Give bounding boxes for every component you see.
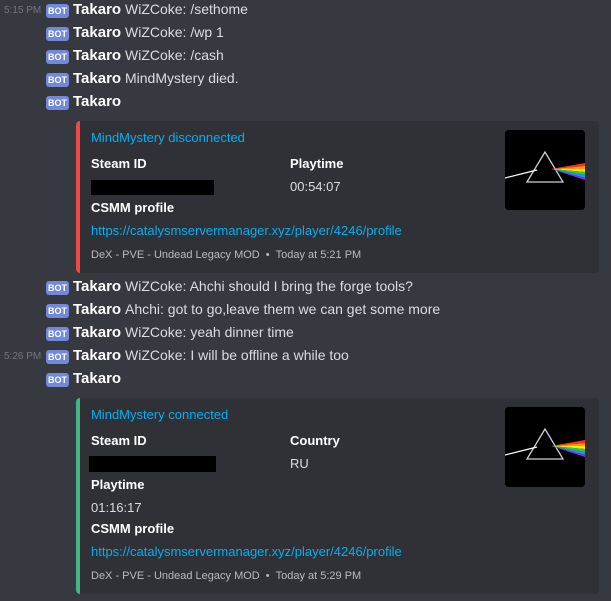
- author-name[interactable]: Takaro: [73, 278, 121, 295]
- message-row: 5:26 PM BOT Takaro WiZCoke: I will be of…: [0, 346, 611, 369]
- footer-server: DeX - PVE - Undead Legacy MOD: [91, 249, 260, 261]
- message-text: WiZCoke: yeah dinner time: [125, 324, 294, 340]
- embed-disconnected: MindMystery disconnected Steam ID Playti…: [76, 121, 599, 273]
- bot-badge: BOT: [46, 350, 69, 364]
- bot-badge: BOT: [46, 50, 69, 64]
- message-row: 5:15 PM BOT Takaro WiZCoke: /sethome: [0, 0, 611, 23]
- bot-badge: BOT: [46, 327, 69, 341]
- prism-album-art-icon[interactable]: [505, 407, 585, 487]
- message-text: WiZCoke: /sethome: [125, 1, 248, 17]
- footer-time: Today at 5:29 PM: [275, 570, 362, 582]
- playtime-label: Playtime: [91, 477, 145, 492]
- steam-id-label: Steam ID: [91, 156, 147, 171]
- country-value: RU: [290, 456, 309, 471]
- message-text: WiZCoke: Ahchi should I bring the forge …: [125, 278, 413, 294]
- footer-server: DeX - PVE - Undead Legacy MOD: [91, 570, 260, 582]
- embed-footer: DeX - PVE - Undead Legacy MOD • Today at 5…: [91, 570, 362, 582]
- bot-badge: BOT: [46, 27, 69, 41]
- message-row: BOT Takaro WiZCoke: /cash: [0, 46, 611, 69]
- message-row: BOT Takaro WiZCoke: /wp 1: [0, 23, 611, 46]
- author-name[interactable]: Takaro: [73, 24, 121, 41]
- footer-time: Today at 5:21 PM: [275, 249, 362, 261]
- message-text: Ahchi: got to go,leave them we can get s…: [125, 301, 441, 317]
- author-name[interactable]: Takaro: [73, 1, 121, 18]
- message-text: WiZCoke: I will be offline a while too: [125, 347, 349, 363]
- csmm-profile-link[interactable]: https://catalysmservermanager.xyz/player…: [91, 223, 402, 238]
- redacted-steam-id: [89, 456, 216, 472]
- message-text: MindMystery died.: [125, 70, 239, 86]
- author-name[interactable]: Takaro: [73, 347, 121, 364]
- message-row: BOT Takaro WiZCoke: Ahchi should I bring…: [0, 277, 611, 300]
- csmm-profile-label: CSMM profile: [91, 200, 175, 215]
- message-text: WiZCoke: /cash: [125, 47, 224, 63]
- playtime-value: 01:16:17: [91, 500, 142, 515]
- playtime-value: 00:54:07: [290, 179, 341, 194]
- csmm-profile-link[interactable]: https://catalysmservermanager.xyz/player…: [91, 544, 402, 559]
- csmm-profile-label: CSMM profile: [91, 521, 175, 536]
- country-label: Country: [290, 433, 340, 448]
- author-name[interactable]: Takaro: [73, 93, 121, 110]
- embed-connected: MindMystery connected Steam ID Country R…: [76, 398, 599, 594]
- bot-badge: BOT: [46, 373, 69, 387]
- prism-album-art-icon[interactable]: [505, 130, 585, 210]
- message-row: BOT Takaro Ahchi: got to go,leave them w…: [0, 300, 611, 323]
- redacted-steam-id: [91, 180, 214, 195]
- steam-id-label: Steam ID: [91, 433, 147, 448]
- message-text: WiZCoke: /wp 1: [125, 24, 224, 40]
- bot-badge: BOT: [46, 304, 69, 318]
- playtime-label: Playtime: [290, 156, 344, 171]
- bot-badge: BOT: [46, 73, 69, 87]
- bot-badge: BOT: [46, 281, 69, 295]
- embed-title[interactable]: MindMystery connected: [91, 407, 228, 422]
- author-name[interactable]: Takaro: [73, 301, 121, 318]
- author-name[interactable]: Takaro: [73, 324, 121, 341]
- embed-title[interactable]: MindMystery disconnected: [91, 130, 245, 145]
- author-name[interactable]: Takaro: [73, 70, 121, 87]
- author-name[interactable]: Takaro: [73, 47, 121, 64]
- embed-footer: DeX - PVE - Undead Legacy MOD • Today at 5…: [91, 249, 362, 261]
- timestamp: 5:26 PM: [4, 351, 42, 362]
- bot-badge: BOT: [46, 4, 69, 18]
- message-row: BOT Takaro WiZCoke: yeah dinner time: [0, 323, 611, 346]
- message-row: BOT Takaro MindMystery died.: [0, 69, 611, 92]
- author-name[interactable]: Takaro: [73, 370, 121, 387]
- message-row: BOT Takaro: [0, 92, 611, 115]
- bot-badge: BOT: [46, 96, 69, 110]
- timestamp: 5:15 PM: [4, 5, 42, 16]
- message-row: BOT Takaro: [0, 369, 611, 392]
